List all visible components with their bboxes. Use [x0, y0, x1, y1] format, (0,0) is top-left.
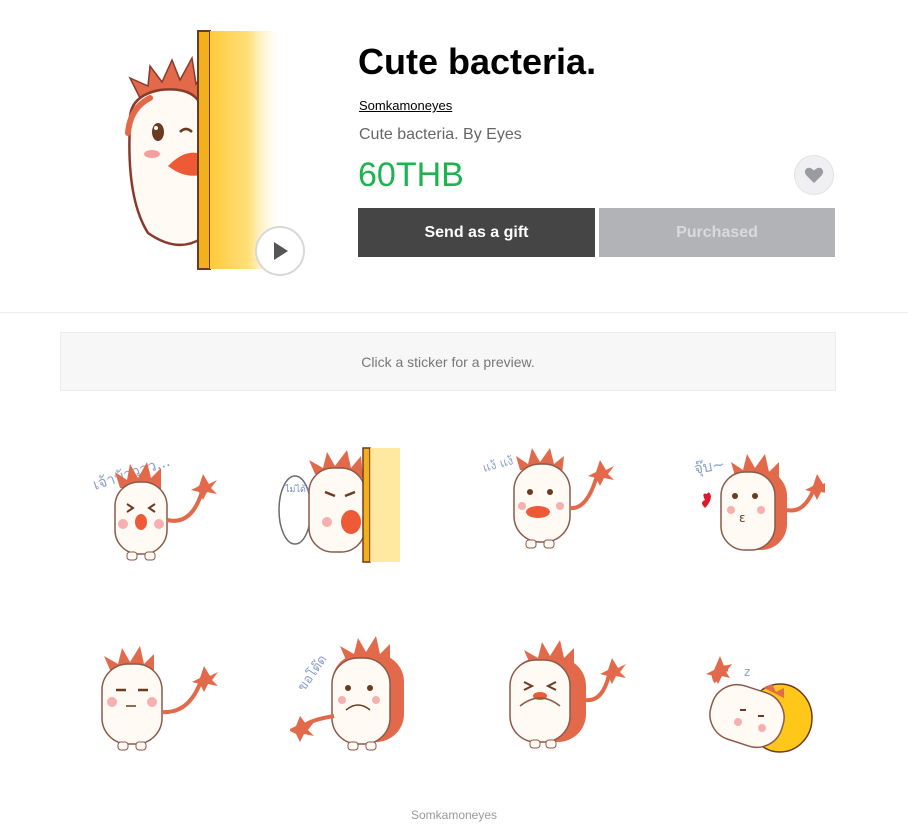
sticker-7[interactable] — [480, 630, 630, 780]
favorite-button[interactable] — [794, 155, 834, 195]
page-title: Cute bacteria. — [358, 41, 597, 82]
sticker-8[interactable]: z — [680, 630, 830, 780]
price-label: 60THB — [358, 156, 464, 194]
sticker-5[interactable] — [80, 630, 230, 780]
sticker-4[interactable]: จุ๊บ~ ɛ — [675, 430, 831, 580]
section-divider — [0, 312, 908, 313]
sticker-4-caption: จุ๊บ~ — [693, 455, 727, 479]
sticker-6[interactable]: ขอโต๊ด — [288, 630, 440, 780]
purchased-button: Purchased — [599, 208, 835, 257]
send-as-gift-button[interactable]: Send as a gift — [358, 208, 595, 257]
sticker-2[interactable]: ไม่ได้นะจ๊ะ! — [275, 430, 425, 580]
heart-icon — [804, 167, 824, 183]
sticker-3-caption: แง้ แง้ — [481, 453, 515, 475]
play-preview-button[interactable] — [255, 226, 305, 276]
preview-hint: Click a sticker for a preview. — [361, 353, 535, 370]
play-icon — [274, 242, 288, 260]
sticker-6-caption: ขอโต๊ด — [294, 652, 330, 694]
preview-area: Click a sticker for a preview. — [60, 332, 836, 391]
footer-copyright: Somkamoneyes — [410, 808, 498, 822]
product-description: Cute bacteria. By Eyes — [359, 126, 522, 143]
sticker-3[interactable]: แง้ แง้ — [470, 430, 620, 580]
sticker-1[interactable]: เจ้าบ้าววว... — [75, 430, 225, 580]
svg-text:ɛ: ɛ — [739, 511, 746, 525]
svg-text:z: z — [744, 665, 750, 679]
author-link[interactable]: Somkamoneyes — [359, 98, 452, 113]
